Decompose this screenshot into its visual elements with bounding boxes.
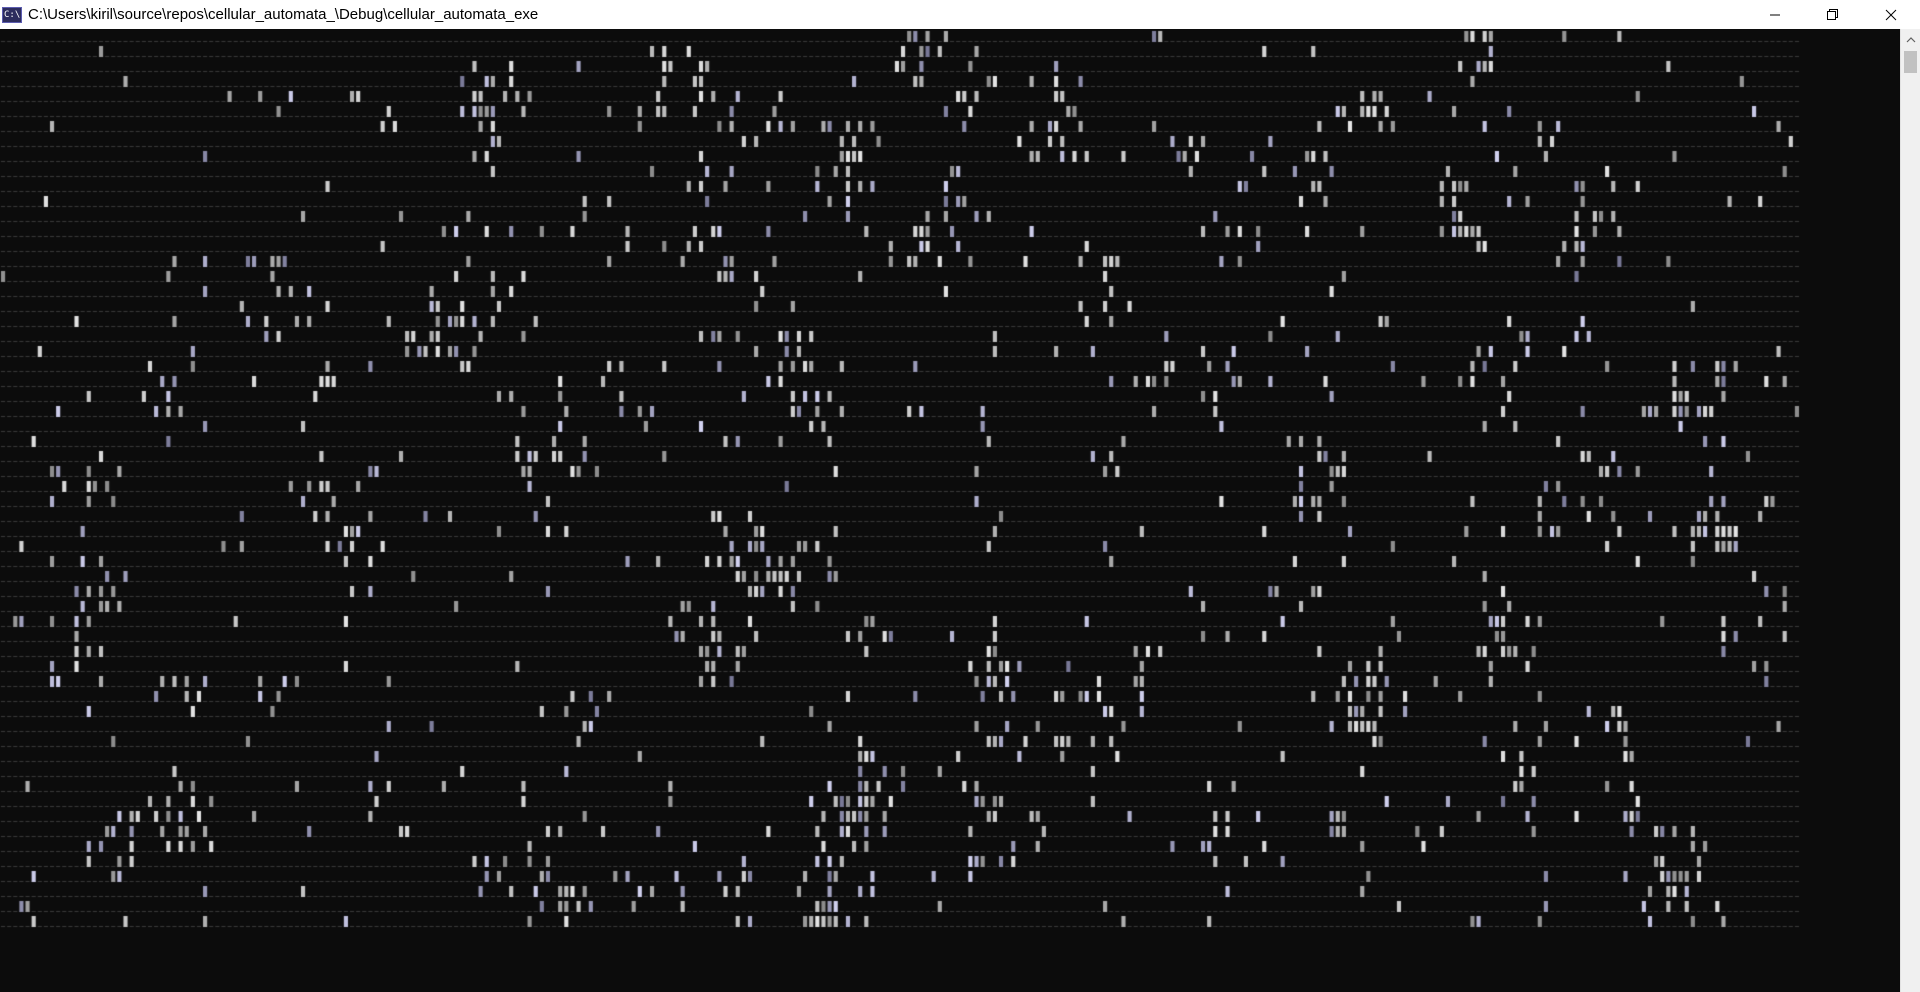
window-title: C:\Users\kiril\source\repos\cellular_aut… [28, 6, 539, 23]
cellular-automata-grid [0, 29, 1800, 929]
title-bar[interactable]: C:\ C:\Users\kiril\source\repos\cellular… [0, 0, 1920, 29]
close-button[interactable] [1862, 0, 1920, 29]
vertical-scrollbar[interactable] [1900, 29, 1920, 992]
close-icon [1885, 9, 1897, 20]
console-window: C:\ C:\Users\kiril\source\repos\cellular… [0, 0, 1920, 992]
caption-buttons [1746, 0, 1920, 29]
chevron-up-icon [1906, 36, 1915, 42]
restore-button[interactable] [1804, 0, 1862, 29]
restore-icon [1827, 8, 1838, 20]
minimize-icon [1770, 14, 1780, 15]
console-output[interactable] [0, 29, 1900, 992]
scroll-thumb[interactable] [1904, 51, 1917, 73]
scroll-up-button[interactable] [1901, 29, 1920, 49]
minimize-button[interactable] [1746, 0, 1804, 29]
console-app-icon[interactable]: C:\ [2, 6, 22, 23]
